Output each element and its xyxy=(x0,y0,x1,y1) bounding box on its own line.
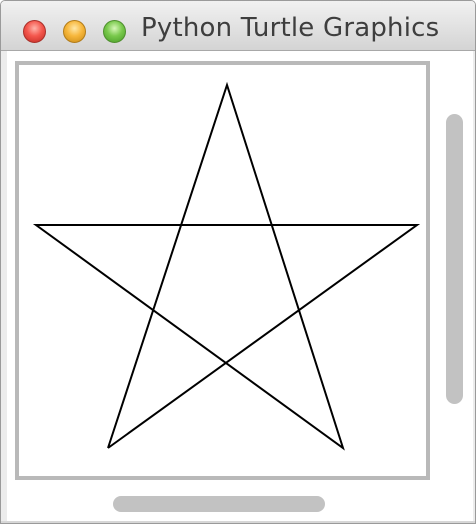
minimize-button[interactable] xyxy=(63,20,86,43)
title-bar[interactable]: Python Turtle Graphics xyxy=(1,1,475,51)
turtle-canvas[interactable] xyxy=(15,61,430,480)
turtle-window: Python Turtle Graphics xyxy=(0,0,476,524)
zoom-button[interactable] xyxy=(103,20,126,43)
star-outline xyxy=(32,81,421,451)
close-button[interactable] xyxy=(23,20,46,43)
vertical-scroll-thumb[interactable] xyxy=(446,114,463,404)
star-drawing xyxy=(32,81,421,451)
horizontal-scroll-thumb[interactable] xyxy=(113,496,325,512)
window-title: Python Turtle Graphics xyxy=(141,13,440,43)
